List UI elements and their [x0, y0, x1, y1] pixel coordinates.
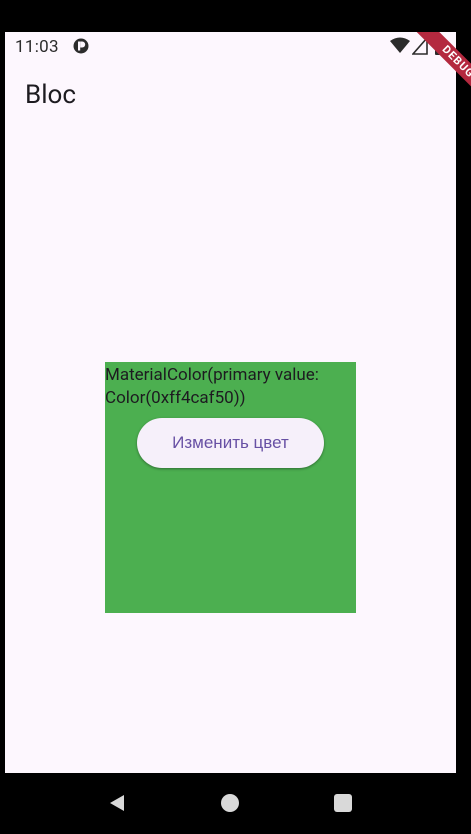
change-color-button[interactable]: Изменить цвет [137, 418, 324, 468]
status-time: 11:03 [15, 37, 59, 57]
wifi-icon [390, 37, 410, 53]
home-icon[interactable] [221, 794, 239, 812]
app-bar-title: Bloc [25, 80, 76, 110]
signal-icon [412, 37, 428, 55]
color-value-text: MaterialColor(primary value: Color(0xff4… [105, 365, 319, 408]
navigation-bar [0, 773, 471, 834]
app-notification-icon [73, 38, 89, 54]
status-icons [390, 37, 448, 55]
device-frame: Bloc MaterialColor(primary value: Color(… [0, 0, 471, 834]
battery-icon [435, 37, 443, 55]
back-icon[interactable] [107, 793, 127, 813]
app-screen: Bloc MaterialColor(primary value: Color(… [5, 32, 456, 773]
status-bar-top [0, 0, 471, 32]
color-box: MaterialColor(primary value: Color(0xff4… [105, 362, 356, 613]
recents-icon[interactable] [334, 794, 352, 812]
